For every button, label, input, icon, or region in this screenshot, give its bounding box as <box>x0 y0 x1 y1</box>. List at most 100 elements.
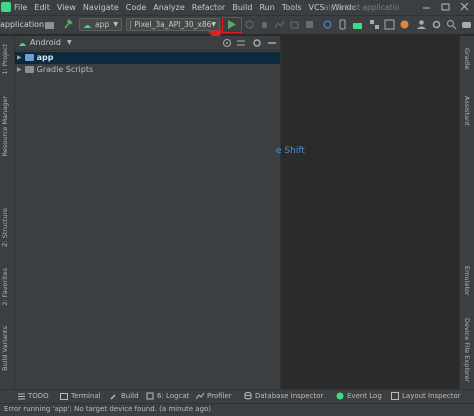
tab-assistant[interactable]: Assistant <box>463 96 471 126</box>
profiler-icon <box>196 392 204 400</box>
project-panel: Android ▼ ▶ app ▶ Gradle Scripts <box>15 36 281 403</box>
menu-bar: File Edit View Navigate Code Analyze Ref… <box>0 0 474 16</box>
project-breadcrumb[interactable]: application <box>0 20 44 29</box>
expand-arrow-icon[interactable]: ▶ <box>17 54 22 61</box>
tab-build-variants[interactable]: Build Variants <box>1 326 9 371</box>
attach-debugger-icon[interactable] <box>289 19 300 30</box>
tab-profiler[interactable]: Profiler <box>196 392 232 400</box>
collapse-all-icon[interactable] <box>236 38 246 50</box>
maximize-icon[interactable] <box>440 2 451 12</box>
tab-todo-label: TODO <box>28 392 49 400</box>
tab-event-log-label: Event Log <box>347 392 382 400</box>
editor-area: e Shift <box>281 36 459 403</box>
settings-icon[interactable] <box>431 19 442 30</box>
search-everywhere-hint: e Shift <box>276 146 305 156</box>
android-icon <box>18 39 27 47</box>
hammer-icon[interactable] <box>62 19 73 30</box>
debug-icon[interactable] <box>259 19 270 30</box>
close-icon[interactable] <box>459 2 470 12</box>
tab-terminal-label: Terminal <box>71 392 101 400</box>
minimize-icon[interactable] <box>421 2 432 12</box>
tab-gradle[interactable]: Gradle <box>463 48 471 70</box>
menu-file[interactable]: File <box>14 3 27 12</box>
tab-event-log[interactable]: Event Log <box>336 392 382 400</box>
status-message[interactable]: Error running 'app': No target device fo… <box>4 405 211 413</box>
project-panel-header: Android ▼ <box>15 36 280 51</box>
chevron-down-icon: ▼ <box>211 21 216 28</box>
main-toolbar: application app ▼ Pixel_3a_API_30_x86 ▼ <box>0 16 474 35</box>
menu-run[interactable]: Run <box>259 3 274 12</box>
menu-navigate[interactable]: Navigate <box>83 3 119 12</box>
tab-logcat-label: 6: Logcat <box>157 392 189 400</box>
tab-layout-inspector-label: Layout Inspector <box>402 392 461 400</box>
tree-item-app[interactable]: ▶ app <box>15 52 280 64</box>
tab-logcat[interactable]: 6: Logcat <box>146 392 189 400</box>
play-icon <box>226 19 237 30</box>
tab-device-file-explorer[interactable]: Device File Explorer <box>463 318 471 382</box>
module-selector[interactable]: app ▼ <box>79 18 122 31</box>
search-icon[interactable] <box>446 19 457 30</box>
terminal-icon <box>60 393 68 400</box>
menu-tools[interactable]: Tools <box>282 3 302 12</box>
module-selector-label: app <box>95 20 109 29</box>
run-button[interactable] <box>226 19 237 30</box>
tab-emulator[interactable]: Emulator <box>463 266 471 296</box>
expand-arrow-icon[interactable]: ▶ <box>17 66 22 73</box>
chevron-down-icon: ▼ <box>113 21 118 28</box>
project-view-label: Android <box>30 38 61 47</box>
tab-terminal[interactable]: Terminal <box>60 392 101 400</box>
layout-inspector-icon <box>391 392 399 400</box>
window-title: alphr test applicatio <box>324 3 399 12</box>
tab-structure[interactable]: Z: Structure <box>1 208 9 247</box>
folder-icon[interactable] <box>44 19 55 30</box>
tab-build[interactable]: Build <box>110 392 139 400</box>
tree-item-gradle-scripts[interactable]: ▶ Gradle Scripts <box>17 65 93 74</box>
tab-project[interactable]: 1: Project <box>1 44 9 75</box>
user-icon[interactable] <box>416 19 427 30</box>
profile-icon[interactable] <box>274 19 285 30</box>
gradle-icon[interactable] <box>461 19 472 30</box>
bottom-tool-tabs: TODO Terminal Build 6: Logcat Profiler D… <box>0 389 474 403</box>
menu-refactor[interactable]: Refactor <box>192 3 226 12</box>
logcat-icon <box>146 392 154 400</box>
menu-vcs[interactable]: VCS <box>309 3 325 12</box>
android-studio-icon <box>1 2 11 12</box>
tab-favorites[interactable]: 2: Favorites <box>1 268 9 306</box>
status-bar: Error running 'app': No target device fo… <box>0 403 474 416</box>
list-icon <box>18 393 25 400</box>
project-structure-icon[interactable] <box>369 19 380 30</box>
tab-build-label: Build <box>121 392 139 400</box>
sdk-manager-icon[interactable] <box>352 19 363 30</box>
locate-icon[interactable] <box>222 38 232 50</box>
gradle-folder-icon <box>25 66 34 73</box>
menu-code[interactable]: Code <box>126 3 146 12</box>
tab-resource-manager[interactable]: Resource Manager <box>1 96 9 156</box>
sync-gradle-icon[interactable] <box>322 19 333 30</box>
phone-icon <box>130 20 131 30</box>
tree-item-label: Gradle Scripts <box>37 65 94 74</box>
event-log-icon <box>336 392 344 400</box>
menu-view[interactable]: View <box>57 3 76 12</box>
apply-changes-icon[interactable] <box>244 19 255 30</box>
tab-todo[interactable]: TODO <box>18 392 49 400</box>
chevron-down-icon: ▼ <box>67 39 72 46</box>
project-view-selector[interactable]: Android ▼ <box>18 38 72 47</box>
folder-icon <box>25 54 34 61</box>
tree-item-label: app <box>37 53 54 62</box>
menu-analyze[interactable]: Analyze <box>153 3 185 12</box>
resources-icon[interactable] <box>399 19 410 30</box>
tab-profiler-label: Profiler <box>207 392 232 400</box>
hide-panel-icon[interactable] <box>267 38 277 50</box>
menu-edit[interactable]: Edit <box>34 3 50 12</box>
gear-icon[interactable] <box>252 38 262 50</box>
avd-manager-icon[interactable] <box>337 19 348 30</box>
main-menu: File Edit View Navigate Code Analyze Ref… <box>14 0 363 15</box>
menu-build[interactable]: Build <box>232 3 252 12</box>
tab-database-inspector-label: Database Inspector <box>255 392 323 400</box>
left-tool-strip: 1: Project Resource Manager Z: Structure… <box>0 36 15 403</box>
database-icon <box>244 392 252 400</box>
tab-layout-inspector[interactable]: Layout Inspector <box>391 392 461 400</box>
tab-database-inspector[interactable]: Database Inspector <box>244 392 323 400</box>
stop-icon[interactable] <box>304 19 315 30</box>
layout-icon[interactable] <box>384 19 395 30</box>
